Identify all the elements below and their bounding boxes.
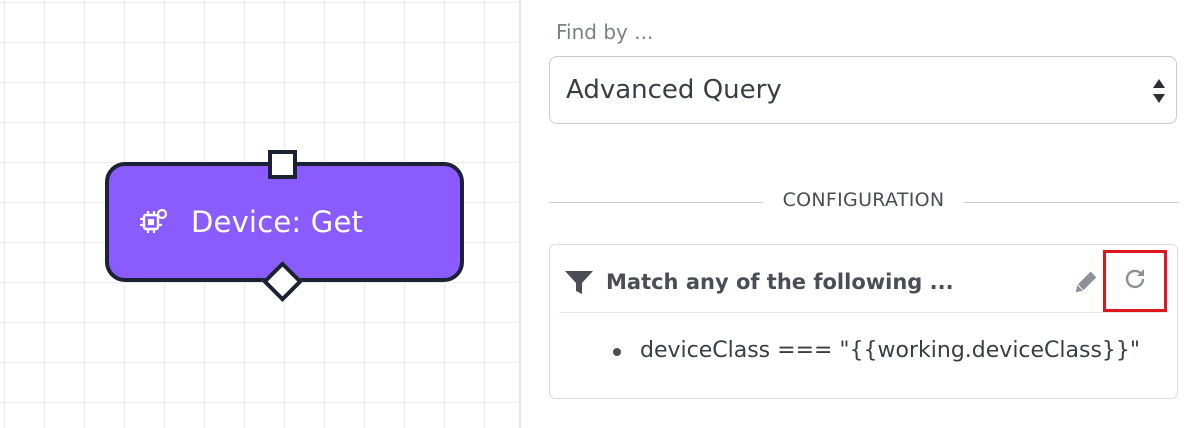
find-by-select[interactable]: Advanced Query (549, 56, 1177, 124)
filter-icon (564, 268, 594, 298)
condition-item: deviceClass === "{{working.deviceClass}}… (640, 338, 1141, 363)
panel-divider (519, 0, 521, 428)
find-by-select-value: Advanced Query (566, 75, 782, 105)
device-chip-icon (139, 207, 169, 237)
refresh-icon (1122, 266, 1148, 296)
section-title: CONFIGURATION (782, 189, 945, 211)
query-config-title: Match any of the following ... (606, 270, 954, 294)
pencil-icon[interactable] (1071, 269, 1099, 297)
section-divider-left (549, 202, 763, 203)
node-input-port[interactable] (268, 150, 297, 179)
refresh-button[interactable] (1103, 250, 1167, 312)
config-separator (559, 312, 1167, 313)
node-label: Device: Get (191, 205, 364, 239)
select-arrows-icon (1152, 77, 1166, 105)
section-divider-right (964, 202, 1178, 203)
find-by-label: Find by ... (556, 20, 654, 44)
condition-bullet (613, 348, 621, 356)
query-config-box (549, 244, 1178, 399)
